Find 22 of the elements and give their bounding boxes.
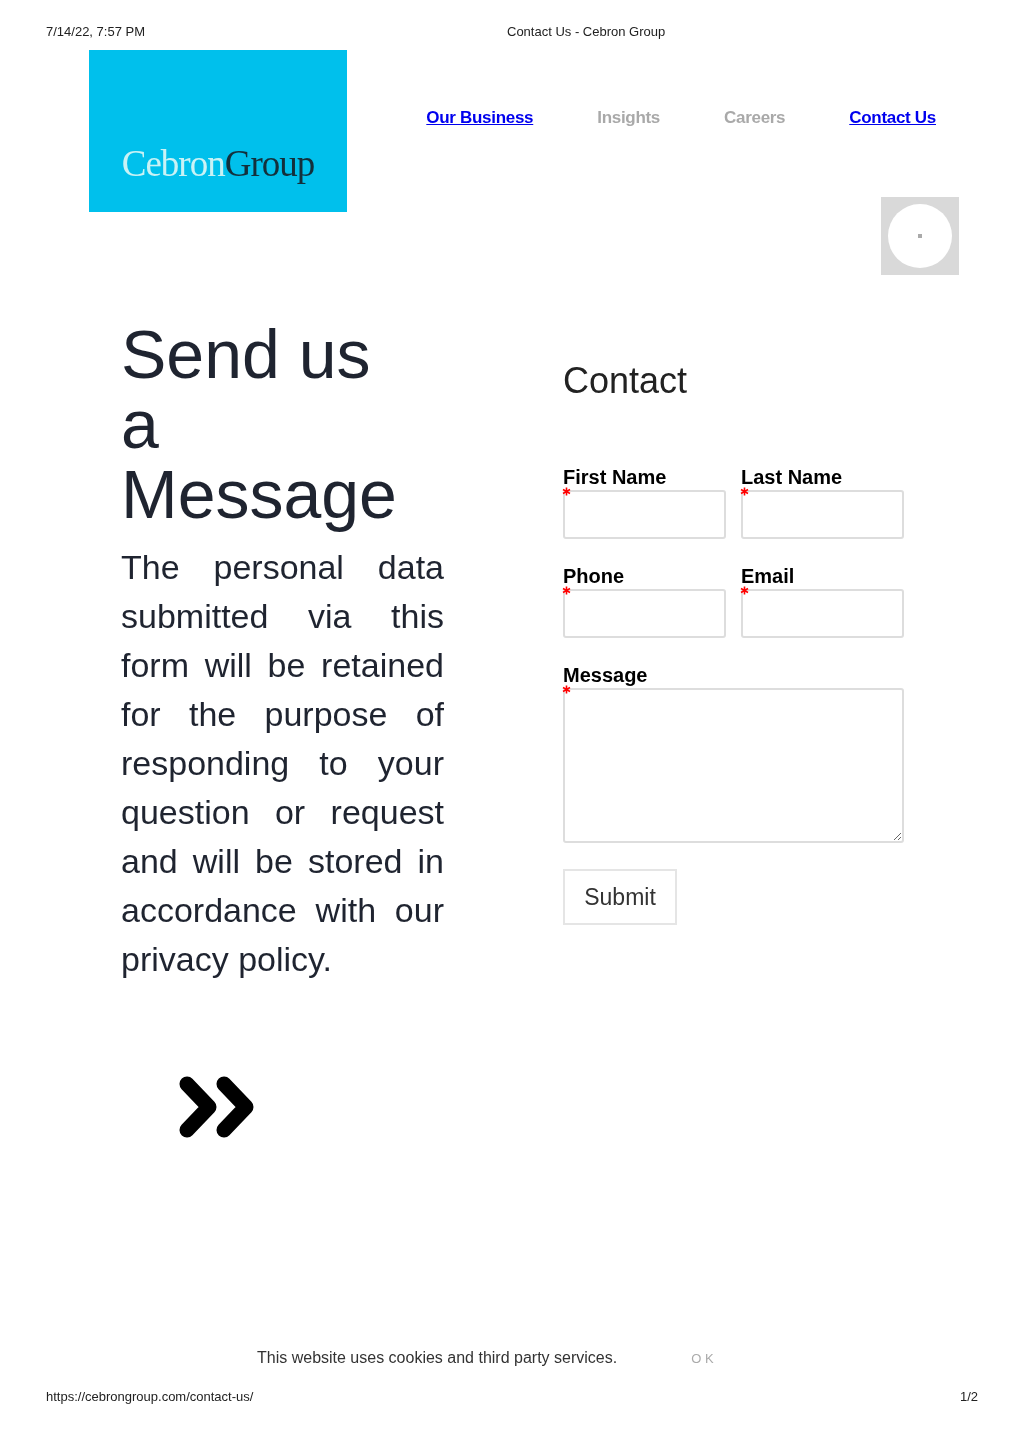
message-field[interactable]	[563, 688, 904, 843]
input-field[interactable]	[563, 589, 726, 638]
page-title: Contact Us - Cebron Group	[507, 24, 666, 41]
input-field[interactable]	[741, 589, 904, 638]
print-date: 7/14/22, 7:57 PM	[46, 24, 146, 41]
privacy-notice: The personal data submitted via this form will be retained for the purpose of responding to your question or request and will be stored in accordance with our privacy policy.	[121, 547, 444, 980]
logo-text: CebronGroup	[121, 141, 315, 185]
field-label: First Name	[563, 466, 668, 490]
nav-link[interactable]: Contact Us	[849, 108, 936, 128]
cookie-notice: This website uses cookies and third party services.	[257, 1349, 618, 1367]
field-label: Phone	[563, 565, 626, 589]
page-number: 1/2	[959, 1389, 978, 1404]
field-label: Message	[563, 664, 649, 688]
field-label: Last Name	[741, 466, 844, 490]
form-title: Contact	[563, 360, 689, 402]
logo[interactable]: CebronGroup	[89, 50, 347, 212]
field-label: Email	[741, 565, 796, 589]
input-field[interactable]	[741, 490, 904, 539]
submit-button[interactable]: Submit	[563, 869, 677, 925]
page-url: https://cebrongroup.com/contact-us/	[46, 1389, 254, 1404]
input-field[interactable]	[563, 490, 726, 539]
nav-link[interactable]: Our Business	[426, 108, 534, 128]
